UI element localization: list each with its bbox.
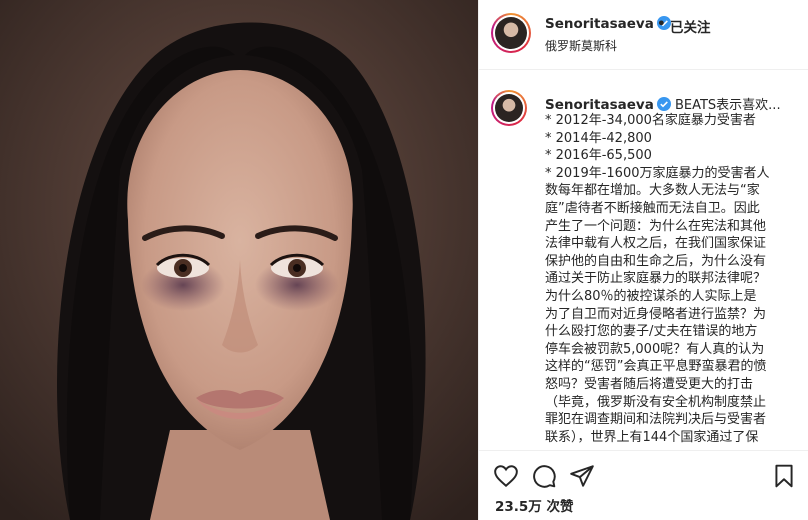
caption-lead: BEATS表示喜欢... bbox=[674, 98, 781, 113]
caption-avatar-image bbox=[495, 94, 523, 122]
location-link[interactable]: 俄罗斯莫斯科 bbox=[545, 37, 617, 54]
caption-line: 产生了一个问题：为什么在宪法和其他 bbox=[545, 218, 767, 234]
follow-status-button[interactable]: 已关注 bbox=[670, 16, 711, 36]
likes-label: 次赞 bbox=[546, 499, 574, 515]
caption-line: 为什么80％的被控谋杀的人实际上是 bbox=[545, 288, 757, 304]
post-side-panel: Senoritasaeva • 已关注 俄罗斯莫斯科 Senoritasaeva… bbox=[478, 0, 808, 520]
caption-line: * 2012年-34,000名家庭暴力受害者 bbox=[545, 113, 756, 128]
likes-number: 23.5万 bbox=[495, 499, 542, 515]
caption-header: Senoritasaeva BEATS表示喜欢... bbox=[545, 94, 781, 113]
caption-line: * 2019年-1600万家庭暴力的受害者人 bbox=[545, 165, 770, 181]
caption-line: * 2016年-65,500 bbox=[545, 148, 652, 164]
avatar-image bbox=[495, 17, 527, 49]
caption-line: 法律中载有人权之后，在我们国家保证 bbox=[545, 236, 767, 252]
likes-count[interactable]: 23.5万 次赞 bbox=[495, 495, 574, 515]
bookmark-icon[interactable] bbox=[771, 463, 797, 489]
portrait-image bbox=[0, 0, 478, 520]
avatar[interactable] bbox=[491, 13, 531, 53]
post-dialog: Senoritasaeva • 已关注 俄罗斯莫斯科 Senoritasaeva… bbox=[0, 0, 808, 520]
caption-line: 什么殴打您的妻子/丈夫在错误的地方 bbox=[545, 324, 758, 340]
caption-line: 罪犯在调查期间和法院判决后与受害者 bbox=[545, 412, 767, 428]
caption-line: 停车会被罚款5,000呢？有人真的认为 bbox=[545, 341, 765, 357]
heart-outline-icon[interactable] bbox=[493, 463, 519, 489]
caption-line: 数每年都在增加。大多数人无法与“家 bbox=[545, 183, 760, 199]
caption-line: * 2014年-42,800 bbox=[545, 130, 652, 146]
caption-line: 联系），世界上有144个国家通过了保 bbox=[545, 429, 759, 445]
caption-avatar[interactable] bbox=[491, 90, 527, 126]
post-photo[interactable] bbox=[0, 0, 478, 520]
post-header: Senoritasaeva • 已关注 俄罗斯莫斯科 bbox=[479, 0, 808, 70]
caption-scroll-area[interactable]: Senoritasaeva BEATS表示喜欢... * 2012年-34,00… bbox=[479, 72, 808, 450]
caption-line: （毕竟，俄罗斯没有安全机构制度禁止 bbox=[545, 394, 767, 410]
verified-badge-icon bbox=[656, 97, 671, 111]
caption-line: 怒吗？受害者随后将遭受更大的打击 bbox=[545, 376, 754, 392]
caption-username[interactable]: Senoritasaeva bbox=[545, 97, 654, 113]
header-username[interactable]: Senoritasaeva bbox=[545, 16, 654, 32]
header-separator: • bbox=[657, 16, 666, 32]
post-actions-bar: 23.5万 次赞 bbox=[479, 450, 808, 520]
speech-bubble-icon[interactable] bbox=[531, 463, 557, 489]
caption-line: 这样的“惩罚”会真正平息野蛮暴君的愤 bbox=[545, 359, 767, 375]
caption-line: 为了自卫而对近身侵略者进行监禁？为 bbox=[545, 306, 767, 322]
caption-line: 保护他的自由和生命之后，为什么没有 bbox=[545, 253, 767, 269]
paper-plane-icon[interactable] bbox=[569, 463, 595, 489]
caption-line: 通过关于防止家庭暴力的联邦法律呢？ bbox=[545, 271, 767, 287]
caption-text: * 2012年-34,000名家庭暴力受害者 * 2014年-42,800 * 20… bbox=[545, 112, 799, 446]
caption-line: 庭”虐待者不断接触而无法自卫。因此 bbox=[545, 200, 760, 216]
